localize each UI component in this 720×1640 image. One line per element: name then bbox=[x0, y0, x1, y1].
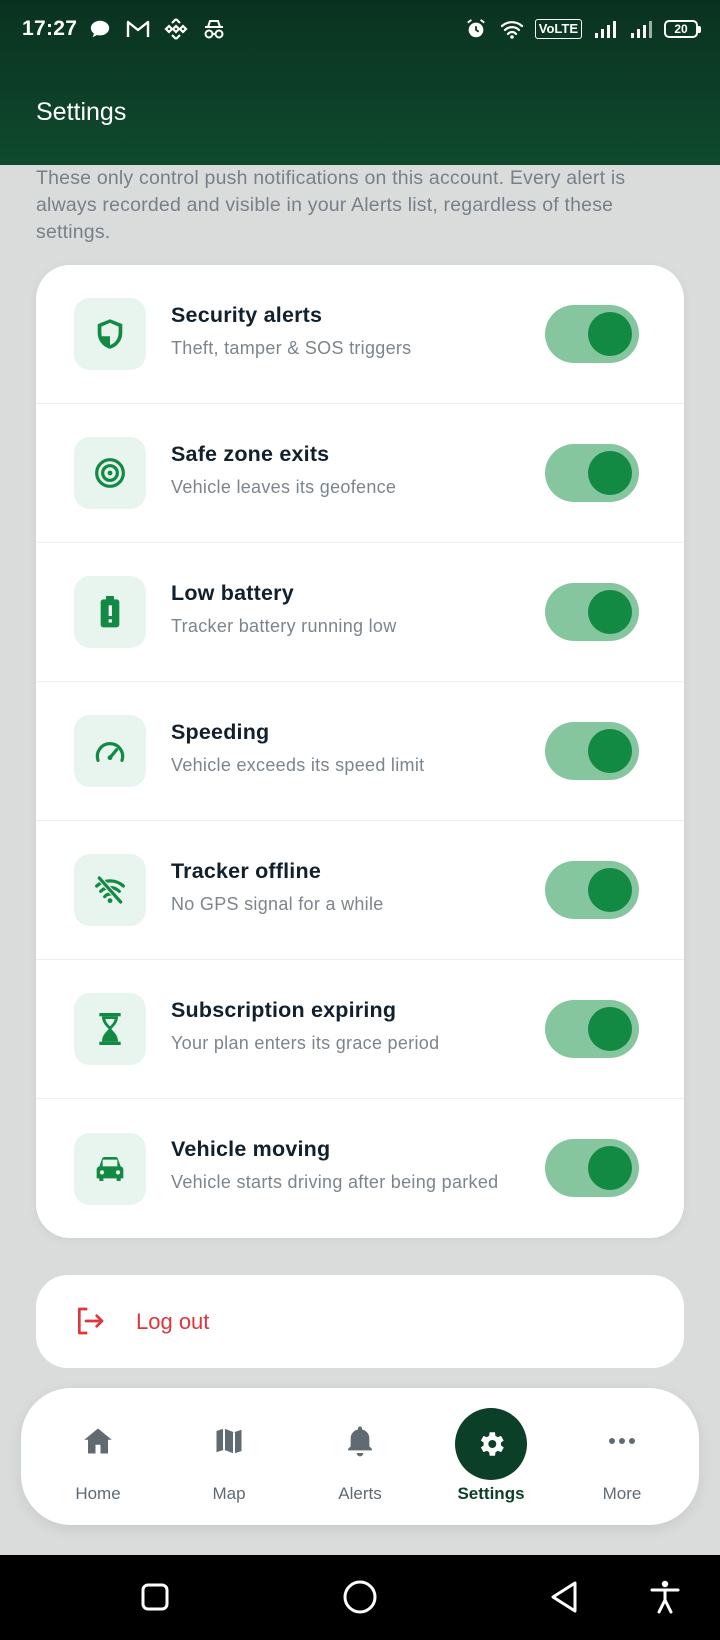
accessibility-icon[interactable] bbox=[645, 1577, 685, 1617]
setting-row-speeding[interactable]: Speeding Vehicle exceeds its speed limit bbox=[36, 682, 684, 821]
chat-bubble-icon bbox=[87, 17, 113, 41]
setting-subtitle: Vehicle exceeds its speed limit bbox=[171, 755, 425, 775]
app-header: 17:27 VoLTE 20 Settings bbox=[0, 0, 720, 165]
status-time: 17:27 bbox=[22, 17, 78, 40]
system-navigation-bar bbox=[0, 1555, 720, 1640]
speeding-toggle[interactable] bbox=[545, 722, 639, 780]
hourglass-icon bbox=[74, 993, 146, 1065]
setting-row-safe-zone-exits[interactable]: Safe zone exits Vehicle leaves its geofe… bbox=[36, 404, 684, 543]
nav-item-home[interactable]: Home bbox=[33, 1388, 163, 1525]
setting-subtitle: Theft, tamper & SOS triggers bbox=[171, 338, 412, 358]
setting-row-subscription-expiring[interactable]: Subscription expiring Your plan enters i… bbox=[36, 960, 684, 1099]
setting-subtitle: Tracker battery running low bbox=[171, 616, 397, 636]
toggle-knob bbox=[588, 451, 632, 495]
setting-subtitle: Vehicle starts driving after being parke… bbox=[171, 1172, 499, 1192]
toggle-knob bbox=[588, 729, 632, 773]
setting-subtitle: Your plan enters its grace period bbox=[171, 1033, 440, 1053]
setting-title: Safe zone exits bbox=[171, 442, 330, 466]
bell-icon bbox=[344, 1425, 376, 1457]
recents-icon[interactable] bbox=[135, 1577, 175, 1617]
home-circle-icon[interactable] bbox=[340, 1577, 380, 1617]
wifi-off-icon bbox=[74, 854, 146, 926]
security-alerts-toggle[interactable] bbox=[545, 305, 639, 363]
setting-title: Low battery bbox=[171, 581, 294, 605]
nav-item-alerts[interactable]: Alerts bbox=[295, 1388, 425, 1525]
subscription-expiring-toggle[interactable] bbox=[545, 1000, 639, 1058]
speedometer-icon bbox=[74, 715, 146, 787]
settings-content[interactable]: These only control push notifications on… bbox=[0, 165, 720, 1555]
shield-icon bbox=[74, 298, 146, 370]
toggle-knob bbox=[588, 1007, 632, 1051]
logout-icon bbox=[74, 1305, 106, 1337]
page-title: Settings bbox=[36, 98, 127, 126]
battery-alert-icon bbox=[74, 576, 146, 648]
binance-icon bbox=[163, 17, 189, 41]
battery-indicator: 20 bbox=[664, 20, 701, 38]
signal-icon bbox=[592, 17, 618, 41]
setting-title: Tracker offline bbox=[171, 859, 321, 883]
wifi-icon bbox=[499, 17, 525, 41]
home-icon bbox=[82, 1425, 114, 1457]
nav-item-more[interactable]: More bbox=[557, 1388, 687, 1525]
map-icon bbox=[213, 1425, 245, 1457]
low-battery-toggle[interactable] bbox=[545, 583, 639, 641]
nav-item-settings[interactable]: Settings bbox=[426, 1388, 556, 1525]
setting-title: Security alerts bbox=[171, 303, 323, 327]
nav-label: More bbox=[602, 1484, 642, 1503]
more-dots-icon bbox=[606, 1425, 638, 1457]
alarm-icon bbox=[463, 17, 489, 41]
setting-row-tracker-offline[interactable]: Tracker offline No GPS signal for a whil… bbox=[36, 821, 684, 960]
gmail-icon bbox=[125, 17, 151, 41]
toggle-knob bbox=[588, 1146, 632, 1190]
setting-subtitle: No GPS signal for a while bbox=[171, 894, 384, 914]
nav-label: Map bbox=[212, 1484, 246, 1503]
tracker-offline-toggle[interactable] bbox=[545, 861, 639, 919]
logout-label: Log out bbox=[136, 1308, 210, 1334]
signal-icon bbox=[628, 17, 654, 41]
car-icon bbox=[74, 1132, 146, 1205]
toggle-knob bbox=[588, 590, 632, 634]
setting-title: Subscription expiring bbox=[171, 998, 397, 1022]
gear-icon bbox=[455, 1408, 527, 1480]
safe-zone-exits-toggle[interactable] bbox=[545, 444, 639, 502]
volte-badge: VoLTE bbox=[534, 19, 582, 39]
nav-item-map[interactable]: Map bbox=[164, 1388, 294, 1525]
setting-row-vehicle-moving[interactable]: Vehicle moving Vehicle starts driving af… bbox=[36, 1099, 684, 1238]
nav-label: Home bbox=[75, 1484, 121, 1503]
target-icon bbox=[74, 437, 146, 509]
setting-row-security-alerts[interactable]: Security alerts Theft, tamper & SOS trig… bbox=[36, 265, 684, 404]
toggle-knob bbox=[588, 868, 632, 912]
logout-button[interactable]: Log out bbox=[36, 1275, 684, 1368]
notifications-intro-text: These only control push notifications on… bbox=[36, 167, 626, 243]
setting-row-low-battery[interactable]: Low battery Tracker battery running low bbox=[36, 543, 684, 682]
setting-title: Vehicle moving bbox=[171, 1137, 331, 1161]
nav-label: Settings bbox=[457, 1484, 525, 1503]
notification-settings-card: Security alerts Theft, tamper & SOS trig… bbox=[36, 265, 684, 1238]
incognito-icon bbox=[201, 17, 227, 41]
setting-title: Speeding bbox=[171, 720, 270, 744]
toggle-knob bbox=[588, 312, 632, 356]
back-icon[interactable] bbox=[544, 1577, 584, 1617]
bottom-navigation: Home Map Alerts Settings More bbox=[21, 1388, 699, 1525]
setting-subtitle: Vehicle leaves its geofence bbox=[171, 477, 397, 497]
nav-label: Alerts bbox=[338, 1484, 382, 1503]
status-bar: 17:27 VoLTE 20 bbox=[0, 0, 720, 58]
vehicle-moving-toggle[interactable] bbox=[545, 1139, 639, 1197]
